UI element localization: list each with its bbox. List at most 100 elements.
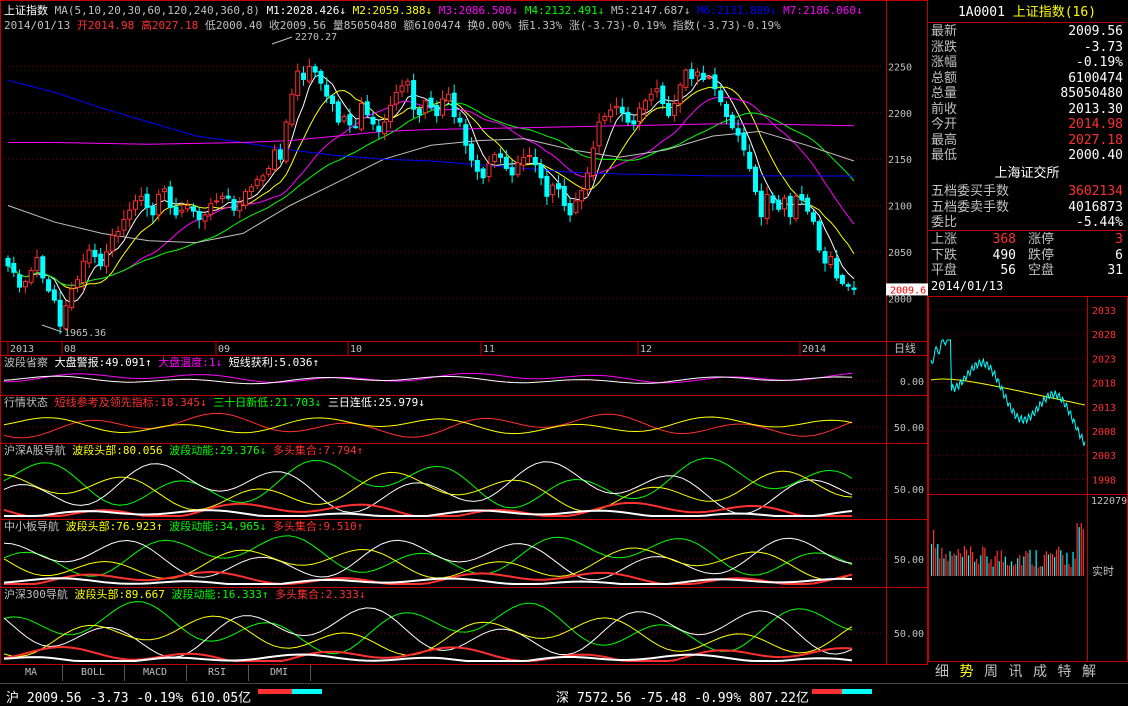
quote-row: 今开 2014.98 [928, 117, 1126, 133]
high-value: 高2027.18 [140, 19, 199, 32]
quote-row: 最高 2027.18 [928, 133, 1126, 149]
quote-value: 6100474 [1068, 70, 1123, 86]
order-value: 3602134 [1068, 184, 1123, 199]
ma-label: MA(5,10,20,30,60,120,240,360,8) [54, 4, 260, 17]
ma-line-3 [7, 96, 855, 286]
candle-body [75, 279, 81, 288]
ma-header: 上证指数 MA(5,10,20,30,60,120,240,360,8) M1:… [4, 4, 863, 17]
side-tab-0[interactable]: 细 [930, 662, 954, 682]
mini-volume-bar [959, 553, 961, 576]
candle-body [828, 256, 834, 266]
candle-body [98, 253, 104, 267]
mini-volume-bar [1056, 549, 1058, 576]
mini-volume-bar [1049, 553, 1052, 576]
tab-ma[interactable]: MA [0, 665, 63, 681]
mini-volume-bar [969, 546, 972, 576]
breadth-label: 上涨 [931, 232, 958, 247]
quote-title: 1A0001 上证指数(16) [928, 4, 1126, 22]
tab-boll[interactable]: BOLL [62, 665, 125, 681]
side-tab-1[interactable]: 势 [955, 662, 979, 682]
mini-volume-bar [994, 555, 996, 576]
candle-body [347, 114, 353, 126]
candle-body [28, 269, 34, 283]
tab-rsi[interactable]: RSI [186, 665, 249, 681]
mini-volume-bar [1064, 564, 1066, 576]
candle-body [851, 287, 857, 290]
side-tab-3[interactable]: 讯 [1004, 662, 1028, 682]
ma-value-5: M5:2147.687↓ [610, 4, 698, 17]
candle-body [46, 279, 52, 292]
candle-body [596, 121, 602, 147]
side-tab-2[interactable]: 周 [979, 662, 1003, 682]
mini-price-label: 2003 [1092, 451, 1116, 462]
candle-body [335, 101, 341, 123]
mini-volume-bar [1021, 565, 1023, 576]
mini-volume-bar [949, 551, 951, 576]
candle-body [544, 175, 550, 197]
candle-body [509, 167, 515, 176]
mini-volume-bar [1054, 557, 1056, 576]
mini-price-label: 2008 [1092, 427, 1116, 438]
candle-body [156, 193, 162, 216]
panel-legend: 波段省察 大盘警报:49.091↑ 大盘温度:1↓ 短线获利:5.036↑ [4, 355, 319, 369]
candle-body [150, 205, 156, 216]
candle-body [822, 251, 828, 264]
mini-volume-bar [980, 555, 982, 576]
quote-label: 最低 [931, 148, 958, 163]
breadth-row: 平盘 56 空盘 31 [928, 263, 1126, 279]
candle-body [793, 195, 799, 220]
candle-body [712, 74, 718, 90]
candle-body [486, 163, 492, 177]
mini-volume-bar [1037, 567, 1039, 576]
panel-line-momentum [3, 601, 853, 655]
quote-label: 前收 [931, 101, 958, 117]
candle-body [318, 70, 324, 84]
tab-macd[interactable]: MACD [124, 665, 187, 681]
tab-dmi[interactable]: DMI [248, 665, 311, 681]
side-tab-6[interactable]: 解 [1077, 662, 1101, 682]
mini-volume-bar [1002, 561, 1004, 576]
price-tick-label: 2150 [888, 155, 912, 166]
candle-body [393, 91, 399, 105]
mini-volume-bar [955, 555, 957, 576]
candle-body [834, 258, 840, 279]
side-tab-4[interactable]: 成 [1028, 662, 1052, 682]
mini-volume-bar [961, 556, 963, 576]
exchange-name: 上海证交所 [994, 166, 1060, 181]
candle-body [747, 151, 753, 169]
candle-body [787, 195, 793, 218]
sz-status: 深 7572.56 -75.48 -0.99% 807.22亿 [556, 691, 809, 706]
candle-body [104, 251, 110, 267]
candle-body [272, 149, 278, 171]
candle-body [34, 256, 40, 272]
candle-body [799, 194, 805, 201]
candle-body [584, 172, 590, 190]
candle-body [202, 214, 208, 222]
panel-legend: 中小板导航 波段头部:76.923↑ 波段动能:34.965↓ 多头集合:9.5… [4, 519, 363, 533]
candle-body [277, 149, 283, 160]
mini-volume-bar [957, 548, 959, 576]
candle-body [642, 100, 648, 111]
close-value: 收2009.56 [268, 19, 327, 32]
candle-body [161, 188, 167, 193]
candle-body [666, 103, 672, 117]
candle-body [86, 249, 92, 264]
side-tab-5[interactable]: 特 [1053, 662, 1077, 682]
panel-axis-label: 50.00 [894, 423, 924, 434]
candle-body [735, 128, 741, 136]
candle-body [196, 211, 202, 220]
candle-body [515, 162, 521, 176]
breadth-label: 空盘 [1028, 263, 1055, 278]
mini-volume-bar [1027, 552, 1029, 576]
candle-body [17, 274, 23, 288]
panel-legend: 行情状态 短线参考及领先指标:18.345↓ 三十日新低:21.703↓ 三日连… [4, 395, 425, 409]
ma-value-4: M4:2132.491↓ [524, 4, 611, 17]
candle-body [538, 164, 544, 179]
mini-volume-bar [978, 563, 980, 576]
mini-volume-bar [1029, 549, 1031, 576]
breadth-value: 31 [1107, 263, 1123, 278]
status-bar: 沪 2009.56 -3.73 -0.19% 610.05亿 深 7572.56… [0, 683, 1128, 706]
candle-body [185, 205, 191, 210]
mini-volume-bar [976, 558, 978, 576]
quote-value: 2027.18 [1068, 132, 1123, 148]
